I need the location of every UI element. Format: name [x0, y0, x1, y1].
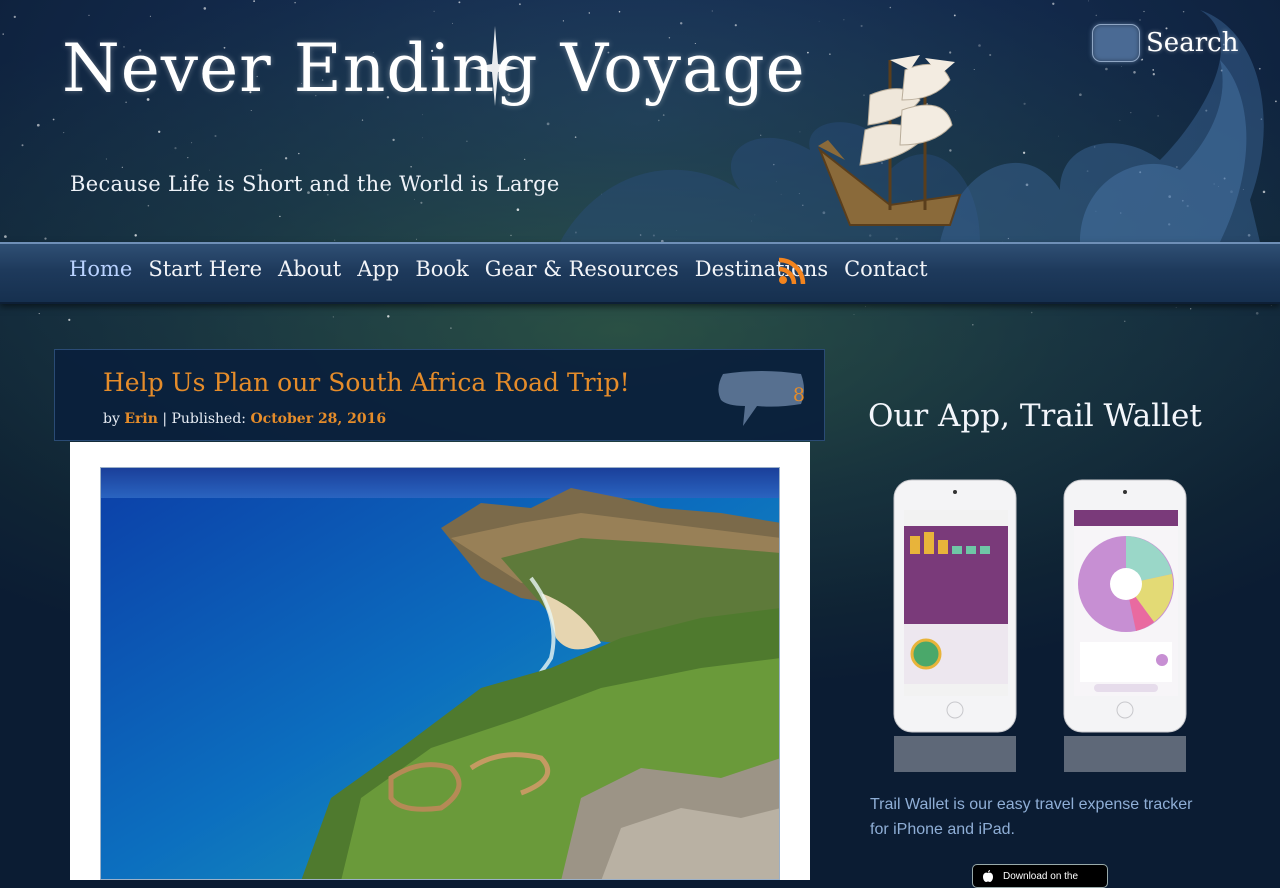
star: [63, 132, 65, 134]
star: [510, 234, 512, 237]
star: [972, 324, 974, 326]
star: [422, 137, 423, 139]
star: [853, 314, 855, 315]
star: [332, 316, 334, 318]
star: [105, 158, 107, 160]
post-meta: by Erin | Published: October 28, 2016: [103, 411, 386, 427]
star: [361, 119, 364, 121]
star: [279, 215, 281, 218]
star: [518, 3, 521, 6]
star: [147, 204, 150, 207]
star: [203, 7, 207, 10]
author-link[interactable]: Erin: [124, 411, 158, 427]
nav-item-gear-resources[interactable]: Gear & Resources: [485, 257, 679, 281]
post-header: Help Us Plan our South Africa Road Trip!…: [54, 349, 825, 441]
star: [298, 152, 300, 155]
star: [466, 140, 468, 142]
star: [214, 134, 217, 138]
star: [524, 158, 526, 161]
star: [433, 10, 435, 12]
phone-summary-screen: [893, 479, 1017, 772]
star: [253, 0, 255, 2]
rss-icon[interactable]: [778, 257, 806, 285]
post-featured-image[interactable]: [100, 467, 780, 880]
star: [451, 22, 454, 24]
search-box: Search: [1092, 24, 1238, 62]
star: [294, 1, 296, 4]
post-date: October 28, 2016: [250, 411, 387, 427]
apple-icon: [983, 870, 993, 882]
sparkle-icon: [470, 26, 520, 106]
star: [413, 198, 415, 200]
app-store-badge[interactable]: Download on the: [972, 864, 1108, 888]
star: [121, 166, 123, 168]
star: [68, 318, 71, 321]
star: [1255, 311, 1259, 315]
star: [4, 235, 7, 238]
star: [1175, 307, 1177, 308]
star: [1190, 308, 1192, 310]
star: [13, 15, 16, 19]
star: [36, 123, 40, 127]
star: [2, 33, 4, 35]
published-label: | Published:: [157, 411, 251, 427]
star: [158, 130, 161, 133]
search-input[interactable]: [1092, 24, 1140, 62]
star: [458, 1, 461, 4]
star: [546, 122, 550, 126]
coastline-photo: [101, 468, 779, 879]
site-title[interactable]: Never Ending Voyage: [62, 30, 806, 107]
nav-item-start-here[interactable]: Start Here: [148, 257, 262, 281]
star: [865, 306, 866, 307]
star: [174, 147, 177, 150]
star: [38, 313, 40, 315]
star: [416, 238, 417, 240]
post-title[interactable]: Help Us Plan our South Africa Road Trip!: [103, 368, 630, 397]
star: [209, 169, 211, 171]
widget-description: Trail Wallet is our easy travel expense …: [870, 796, 1193, 838]
star: [250, 110, 252, 112]
star: [516, 208, 520, 211]
star: [191, 142, 193, 144]
star: [422, 114, 423, 116]
star: [187, 156, 189, 159]
star: [44, 237, 47, 240]
main-nav: Home Start Here About App Book Gear & Re…: [0, 242, 1280, 304]
nav-item-book[interactable]: Book: [415, 257, 468, 281]
site-tagline: Because Life is Short and the World is L…: [70, 172, 560, 196]
widget-title: Our App, Trail Wallet: [868, 398, 1202, 434]
star: [134, 234, 137, 237]
star: [284, 157, 288, 160]
comment-count[interactable]: 8: [717, 384, 805, 406]
star: [420, 201, 423, 204]
star: [392, 138, 395, 142]
search-label[interactable]: Search: [1146, 28, 1238, 58]
star: [260, 169, 262, 171]
star: [387, 315, 390, 318]
star: [450, 327, 452, 329]
nav-item-about[interactable]: About: [278, 257, 341, 281]
star: [1270, 304, 1272, 306]
nav-item-home[interactable]: Home: [69, 257, 132, 281]
nav-item-contact[interactable]: Contact: [844, 257, 927, 281]
app-screenshots[interactable]: [884, 474, 1204, 774]
nav-item-destinations[interactable]: Destinations: [695, 257, 828, 281]
by-label: by: [103, 411, 120, 427]
star: [149, 15, 151, 17]
star: [1124, 320, 1126, 322]
phone-pie-chart-screen: [1063, 479, 1187, 772]
star: [88, 14, 90, 17]
star: [21, 144, 24, 147]
star: [1030, 311, 1033, 314]
star: [410, 166, 412, 168]
nav-item-app[interactable]: App: [357, 257, 399, 281]
star: [334, 239, 336, 241]
star: [52, 118, 55, 121]
